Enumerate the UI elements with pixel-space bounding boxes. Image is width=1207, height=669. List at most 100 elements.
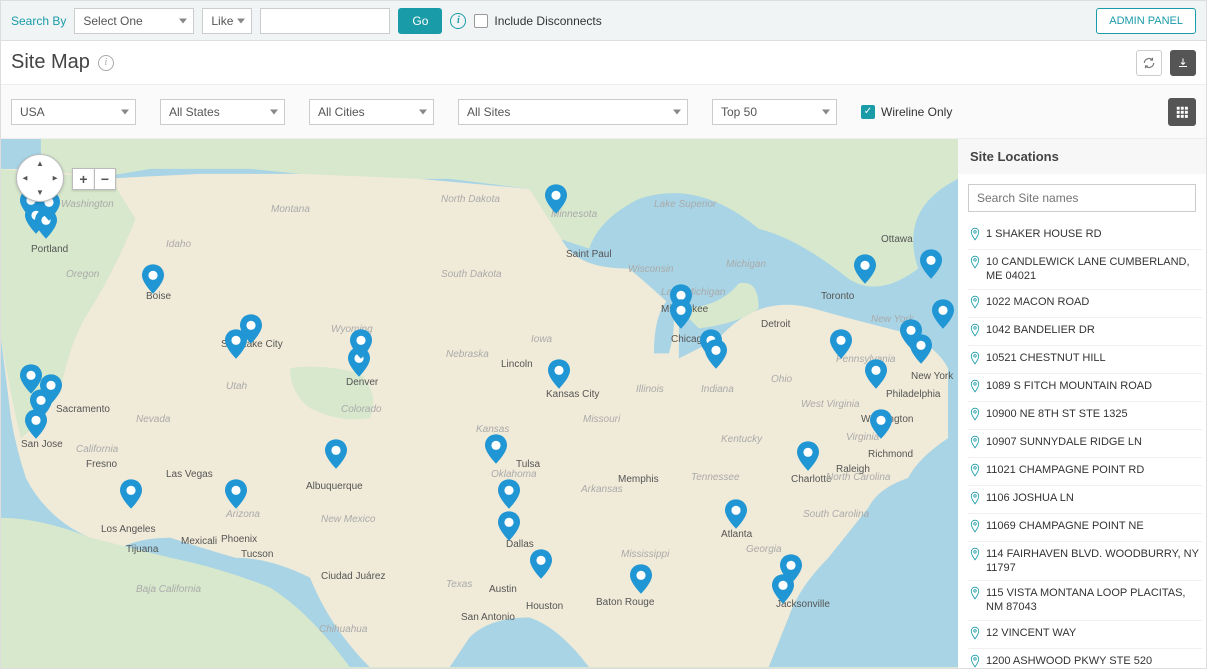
title-bar: Site Map i (1, 41, 1206, 85)
pin-icon (970, 379, 980, 396)
country-select[interactable]: USA (11, 99, 136, 125)
site-item-label: 114 FAIRHAVEN BLVD. WOODBURRY, NY 11797 (986, 547, 1200, 576)
pan-left-button[interactable]: ◄ (21, 174, 29, 183)
map-marker[interactable] (325, 439, 347, 469)
map-marker[interactable] (545, 184, 567, 214)
map-marker[interactable] (25, 409, 47, 439)
map-marker[interactable] (725, 499, 747, 529)
search-by-label: Search By (11, 14, 66, 28)
page-title: Site Map (11, 51, 90, 74)
map-marker[interactable] (225, 479, 247, 509)
site-list-item[interactable]: 1022 MACON ROAD (968, 290, 1202, 318)
site-item-label: 1 SHAKER HOUSE RD (986, 227, 1102, 241)
pin-icon (970, 626, 980, 643)
site-list-item[interactable]: 10900 NE 8TH ST STE 1325 (968, 402, 1202, 430)
go-button[interactable]: Go (398, 8, 442, 34)
site-item-label: 11021 CHAMPAGNE POINT RD (986, 463, 1144, 477)
site-item-label: 11069 CHAMPAGNE POINT NE (986, 519, 1144, 533)
site-list[interactable]: 1 SHAKER HOUSE RD 10 CANDLEWICK LANE CUMB… (958, 222, 1206, 669)
site-item-label: 10907 SUNNYDALE RIDGE LN (986, 435, 1142, 449)
zoom-out-button[interactable]: − (94, 168, 116, 190)
search-info-icon[interactable]: i (450, 13, 466, 29)
top-select[interactable]: Top 50 (712, 99, 837, 125)
map-marker[interactable] (910, 334, 932, 364)
pin-icon (970, 295, 980, 312)
site-item-label: 1200 ASHWOOD PKWY STE 520 ATLANTA GA 303… (986, 654, 1200, 669)
wireline-only-checkbox[interactable]: Wireline Only (861, 105, 952, 119)
include-disconnects-checkbox[interactable]: Include Disconnects (474, 14, 601, 28)
map-marker[interactable] (350, 329, 372, 359)
pan-down-button[interactable]: ▼ (36, 188, 44, 197)
title-info-icon[interactable]: i (98, 55, 114, 71)
site-list-item[interactable]: 1089 S FITCH MOUNTAIN ROAD (968, 374, 1202, 402)
site-item-label: 115 VISTA MONTANA LOOP PLACITAS, NM 8704… (986, 586, 1200, 615)
map-marker[interactable] (142, 264, 164, 294)
site-list-item[interactable]: 11021 CHAMPAGNE POINT RD (968, 458, 1202, 486)
pin-icon (970, 519, 980, 536)
site-search-input[interactable] (968, 184, 1196, 212)
pan-right-button[interactable]: ► (51, 174, 59, 183)
pin-icon (970, 323, 980, 340)
zoom-in-button[interactable]: + (72, 168, 94, 190)
map-marker[interactable] (670, 299, 692, 329)
pin-icon (970, 407, 980, 424)
grid-view-button[interactable] (1168, 98, 1196, 126)
map-marker[interactable] (498, 479, 520, 509)
map-marker[interactable] (920, 249, 942, 279)
map-marker[interactable] (830, 329, 852, 359)
map-marker[interactable] (797, 441, 819, 471)
map-marker[interactable] (240, 314, 262, 344)
site-list-item[interactable]: 1200 ASHWOOD PKWY STE 520 ATLANTA GA 303… (968, 649, 1202, 669)
map-marker[interactable] (530, 549, 552, 579)
map-marker[interactable] (870, 409, 892, 439)
download-button[interactable] (1170, 50, 1196, 76)
states-select[interactable]: All States (160, 99, 285, 125)
site-list-item[interactable]: 1042 BANDELIER DR (968, 318, 1202, 346)
pin-icon (970, 547, 980, 564)
map-background (1, 139, 958, 667)
site-item-label: 1089 S FITCH MOUNTAIN ROAD (986, 379, 1152, 393)
map-marker[interactable] (548, 359, 570, 389)
search-field-select[interactable]: Select One (74, 8, 194, 34)
site-list-item[interactable]: 10521 CHESTNUT HILL (968, 346, 1202, 374)
map-marker[interactable] (780, 554, 802, 584)
site-list-item[interactable]: 114 FAIRHAVEN BLVD. WOODBURRY, NY 11797 (968, 542, 1202, 582)
map-marker[interactable] (865, 359, 887, 389)
pin-icon (970, 463, 980, 480)
pin-icon (970, 227, 980, 244)
site-list-item[interactable]: 10907 SUNNYDALE RIDGE LN (968, 430, 1202, 458)
refresh-button[interactable] (1136, 50, 1162, 76)
map-area[interactable]: WashingtonPortlandOregonIdahoMontanaBois… (1, 139, 958, 669)
site-list-item[interactable]: 115 VISTA MONTANA LOOP PLACITAS, NM 8704… (968, 581, 1202, 621)
include-disconnects-label: Include Disconnects (494, 14, 601, 28)
search-value-input[interactable] (260, 8, 390, 34)
site-list-item[interactable]: 12 VINCENT WAY (968, 621, 1202, 649)
site-list-item[interactable]: 10 CANDLEWICK LANE CUMBERLAND, ME 04021 (968, 250, 1202, 290)
site-item-label: 1022 MACON ROAD (986, 295, 1089, 309)
site-list-item[interactable]: 11069 CHAMPAGNE POINT NE (968, 514, 1202, 542)
pin-icon (970, 435, 980, 452)
pin-icon (970, 654, 980, 669)
sites-select[interactable]: All Sites (458, 99, 688, 125)
zoom-control: + − (72, 168, 116, 190)
map-marker[interactable] (485, 434, 507, 464)
pan-control: ▲ ▼ ◄ ► (16, 154, 64, 202)
site-list-item[interactable]: 1 SHAKER HOUSE RD (968, 222, 1202, 250)
map-marker[interactable] (854, 254, 876, 284)
top-search-bar: Search By Select One Like Go i Include D… (1, 1, 1206, 41)
checkbox-icon (474, 14, 488, 28)
map-marker[interactable] (630, 564, 652, 594)
pan-up-button[interactable]: ▲ (36, 159, 44, 168)
site-item-label: 1042 BANDELIER DR (986, 323, 1095, 337)
search-operator-select[interactable]: Like (202, 8, 252, 34)
filter-bar: USA All States All Cities All Sites Top … (1, 85, 1206, 139)
admin-panel-button[interactable]: ADMIN PANEL (1096, 8, 1196, 34)
map-marker[interactable] (498, 511, 520, 541)
map-marker[interactable] (932, 299, 954, 329)
map-marker[interactable] (705, 339, 727, 369)
cities-select[interactable]: All Cities (309, 99, 434, 125)
map-marker[interactable] (120, 479, 142, 509)
map-controls: ▲ ▼ ◄ ► + − (16, 154, 116, 202)
site-list-item[interactable]: 1106 JOSHUA LN (968, 486, 1202, 514)
site-list-sidebar: Site Locations 1 SHAKER HOUSE RD10 CANDL… (958, 139, 1206, 669)
